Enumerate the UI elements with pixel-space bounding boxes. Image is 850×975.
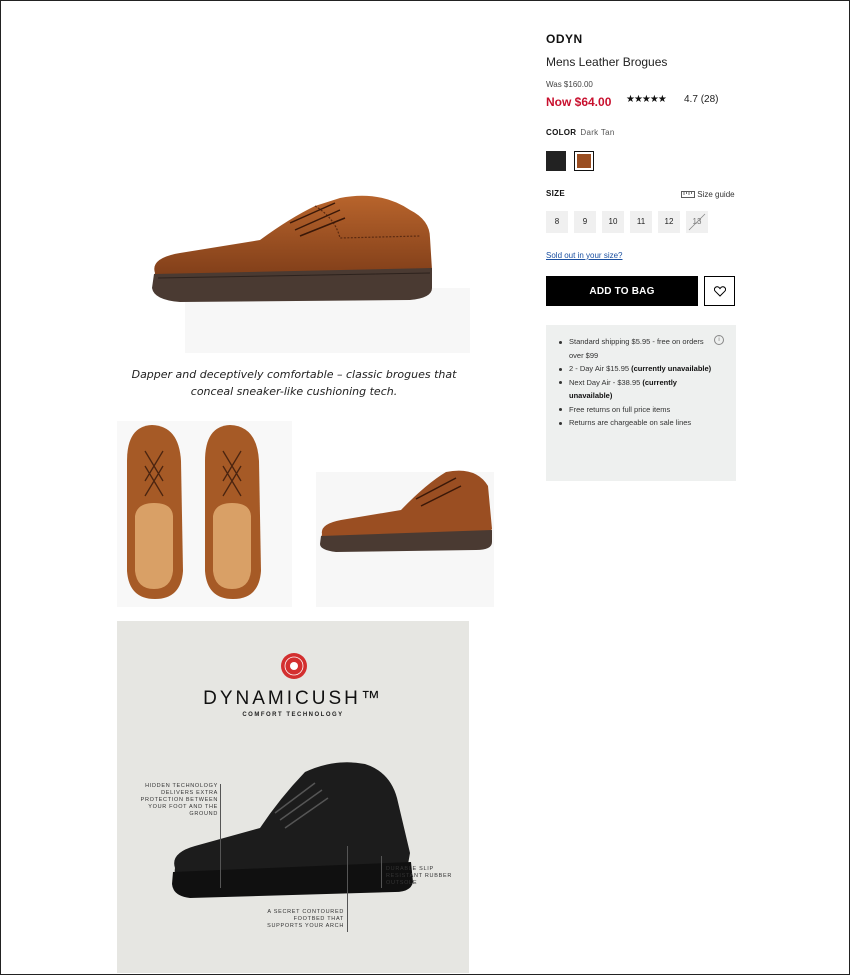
size-guide-label: Size guide bbox=[697, 190, 735, 199]
product-tagline: Dapper and deceptively comfortable – cla… bbox=[131, 368, 457, 398]
unavailable-strike-icon bbox=[688, 213, 706, 231]
shipping-item-standard: Standard shipping $5.95 - free on orders… bbox=[558, 335, 718, 362]
swatch-dark-tan[interactable] bbox=[574, 151, 594, 171]
main-product-image[interactable] bbox=[140, 178, 470, 353]
dynamicush-subtitle: COMFORT TECHNOLOGY bbox=[242, 712, 344, 718]
shipping-item-text: Next Day Air - $38.95 bbox=[569, 377, 643, 387]
note-hidden-technology: HIDDEN TECHNOLOGY DELIVERS EXTRA PROTECT… bbox=[140, 783, 218, 817]
dynamicush-badge-icon bbox=[281, 653, 307, 679]
product-brand: ODYN bbox=[546, 32, 583, 46]
size-option-12[interactable]: 12 bbox=[658, 211, 680, 233]
shipping-item-text: Returns are chargeable on sale lines bbox=[569, 418, 692, 427]
note-outsole: DURABLE SLIP RESISTANT RUBBER OUTSOLE bbox=[386, 866, 453, 886]
shipping-item-text: 2 - Day Air $15.95 bbox=[569, 364, 632, 373]
size-option-11[interactable]: 11 bbox=[630, 211, 652, 233]
dynamicush-title: DYNAMICUSH™ bbox=[203, 688, 383, 709]
shipping-item-text: Free returns on full price items bbox=[569, 404, 671, 414]
review-count: (28) bbox=[700, 94, 719, 105]
callout-line-left bbox=[220, 784, 221, 888]
color-label: COLOR bbox=[546, 128, 577, 137]
size-option-10[interactable]: 10 bbox=[602, 211, 624, 233]
shipping-item-status: (currently unavailable) bbox=[631, 364, 712, 373]
callout-line-right bbox=[381, 856, 382, 888]
swatch-black[interactable] bbox=[546, 151, 566, 171]
shipping-item-text: Standard shipping $5.95 - free on orders… bbox=[569, 337, 704, 360]
note-footbed: A SECRET CONTOURED FOOTBED THAT SUPPORTS… bbox=[267, 909, 344, 929]
rating-value: 4.7 bbox=[684, 94, 698, 105]
top-view-image[interactable] bbox=[117, 421, 292, 607]
size-guide-link[interactable]: Size guide bbox=[681, 190, 735, 199]
color-label-row: COLOR Dark Tan bbox=[546, 128, 615, 137]
shipping-item-nextday: Next Day Air - $38.95 (currently unavail… bbox=[558, 376, 718, 403]
sold-out-link[interactable]: Sold out in your size? bbox=[546, 251, 623, 260]
callout-line-bottom bbox=[347, 846, 348, 932]
was-price: Was $160.00 bbox=[546, 80, 593, 89]
shipping-item-2day: 2 - Day Air $15.95 (currently unavailabl… bbox=[558, 362, 718, 376]
shipping-item-sale-returns: Returns are chargeable on sale lines bbox=[558, 416, 718, 430]
info-icon[interactable]: i bbox=[714, 335, 724, 345]
color-selected-value: Dark Tan bbox=[580, 128, 615, 137]
shipping-item-free-returns: Free returns on full price items bbox=[558, 403, 718, 417]
heart-icon bbox=[713, 285, 726, 297]
shipping-list: Standard shipping $5.95 - free on orders… bbox=[558, 335, 718, 430]
size-option-13-unavailable[interactable]: 13 bbox=[686, 211, 708, 233]
size-label: SIZE bbox=[546, 189, 565, 198]
rating-stars[interactable]: ★★★★★ bbox=[626, 94, 667, 105]
wishlist-button[interactable] bbox=[704, 276, 735, 306]
side-view-image[interactable] bbox=[316, 464, 494, 607]
now-price: Now $64.00 bbox=[546, 95, 612, 109]
size-option-8[interactable]: 8 bbox=[546, 211, 568, 233]
size-option-9[interactable]: 9 bbox=[574, 211, 596, 233]
add-to-bag-button[interactable]: ADD TO BAG bbox=[546, 276, 698, 306]
ruler-icon bbox=[681, 191, 695, 198]
rating-summary[interactable]: 4.7 (28) bbox=[684, 94, 718, 105]
shipping-info-box: Standard shipping $5.95 - free on orders… bbox=[546, 325, 736, 481]
product-name: Mens Leather Brogues bbox=[546, 55, 668, 69]
